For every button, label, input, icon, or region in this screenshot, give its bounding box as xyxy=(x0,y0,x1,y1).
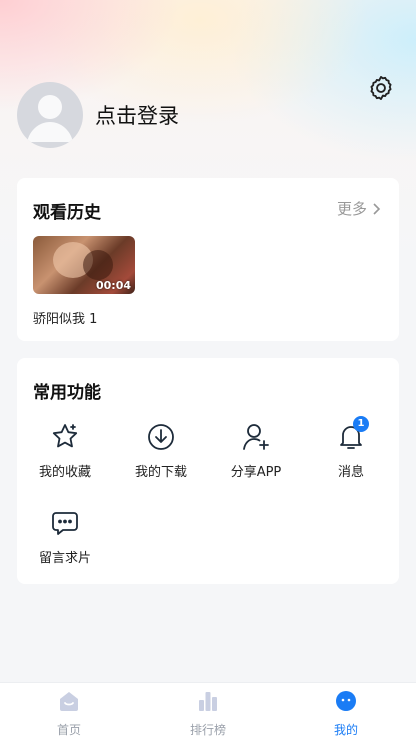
request-movie-button[interactable]: 留言求片 xyxy=(17,508,113,566)
star-icon xyxy=(52,424,78,448)
watch-history-card: 观看历史 更多 00:04 骄阳似我 1 xyxy=(17,178,399,341)
share-app-button[interactable]: 分享APP xyxy=(208,422,304,480)
login-link[interactable]: 点击登录 xyxy=(95,100,179,130)
bottom-tab-bar: 首页 排行榜 我的 xyxy=(0,682,416,741)
favorites-label: 我的收藏 xyxy=(38,465,91,480)
settings-gear-icon[interactable] xyxy=(367,74,395,102)
more-label: 更多 xyxy=(336,200,367,218)
download-icon xyxy=(148,424,174,450)
messages-button[interactable]: 1 消息 xyxy=(303,416,399,480)
me-icon xyxy=(336,691,356,711)
history-video-thumbnail[interactable]: 00:04 xyxy=(33,236,135,294)
common-functions-card: 常用功能 我的收藏 我的下载 分享APP 1 消息 留言求片 xyxy=(17,358,399,584)
video-duration: 00:04 xyxy=(95,279,131,292)
tab-me[interactable]: 我的 xyxy=(306,689,386,738)
profile-section: 点击登录 xyxy=(17,82,179,148)
avatar[interactable] xyxy=(17,82,83,148)
favorites-button[interactable]: 我的收藏 xyxy=(17,422,113,480)
watch-history-title: 观看历史 xyxy=(33,203,101,223)
tab-home[interactable]: 首页 xyxy=(29,689,109,738)
chevron-right-icon xyxy=(373,202,381,215)
bell-wrapper: 1 xyxy=(336,416,369,452)
thumbnail-image-shadow xyxy=(83,250,113,280)
add-user-icon xyxy=(243,424,269,450)
history-video-title[interactable]: 骄阳似我 1 xyxy=(33,308,97,327)
downloads-button[interactable]: 我的下载 xyxy=(113,422,209,480)
message-icon xyxy=(52,512,78,535)
ranking-icon xyxy=(199,692,217,711)
common-functions-title: 常用功能 xyxy=(33,383,101,403)
default-avatar-icon xyxy=(27,95,73,142)
tab-ranking[interactable]: 排行榜 xyxy=(168,689,248,738)
tab-ranking-label: 排行榜 xyxy=(189,723,226,737)
share-app-label: 分享APP xyxy=(230,465,282,480)
request-movie-label: 留言求片 xyxy=(38,551,91,566)
tab-home-label: 首页 xyxy=(56,723,81,737)
notification-badge: 1 xyxy=(353,416,369,432)
messages-label: 消息 xyxy=(337,465,364,480)
tab-me-label: 我的 xyxy=(333,723,358,737)
more-history-link[interactable]: 更多 xyxy=(337,198,381,219)
downloads-label: 我的下载 xyxy=(134,465,187,480)
home-icon xyxy=(60,692,78,711)
